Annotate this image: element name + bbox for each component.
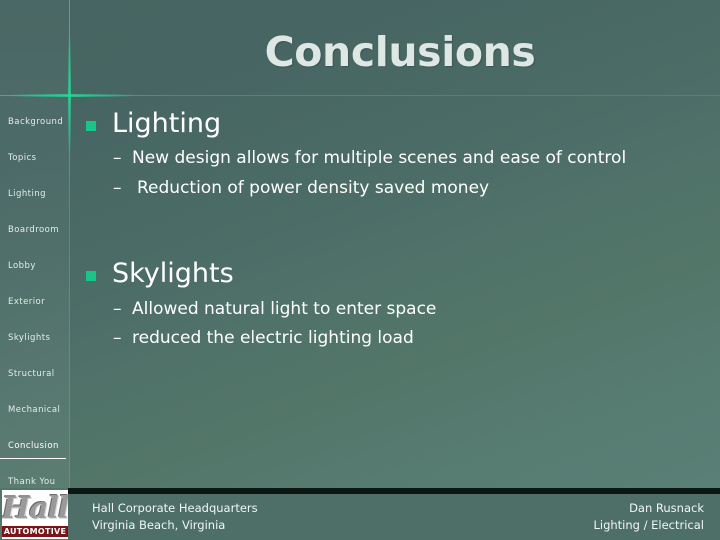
dash-bullet-icon: – (113, 328, 122, 349)
sidebar-item-structural[interactable]: Structural (0, 356, 70, 392)
bullet-group-skylights: Skylights – Allowed natural light to ent… (86, 258, 694, 352)
sub-bullet-text: Allowed natural light to enter space (132, 298, 437, 319)
sidebar-item-boardroom[interactable]: Boardroom (0, 212, 70, 248)
logo-banner-text: AUTOMOTIVE (3, 527, 67, 536)
sub-bullet-row: – Reduction of power density saved money (86, 175, 694, 203)
logo-banner: AUTOMOTIVE (2, 526, 68, 537)
sidebar-item-label: Skylights (8, 333, 51, 343)
sidebar-item-label: Boardroom (8, 225, 60, 235)
sidebar-item-label: Lighting (8, 189, 46, 199)
footer-left-text: Hall Corporate Headquarters Virginia Bea… (92, 500, 258, 533)
slide-title: Conclusions (264, 28, 536, 76)
sidebar-item-lighting[interactable]: Lighting (0, 176, 70, 212)
sidebar-item-label: Topics (8, 153, 37, 163)
presentation-slide: Conclusions Background Topics Lighting B… (0, 0, 720, 540)
bullet-heading-text: Lighting (112, 108, 222, 139)
footer-right-line1: Dan Rusnack (629, 501, 704, 516)
sidebar-item-label: Exterior (8, 297, 46, 307)
dash-bullet-icon: – (113, 298, 122, 319)
bullet-heading-text: Skylights (112, 258, 234, 290)
sub-bullet-row: – reduced the electric lighting load (86, 325, 694, 353)
sidebar-item-label: Conclusion (8, 441, 59, 451)
dash-bullet-icon: – (113, 148, 122, 169)
footer-left-line1: Hall Corporate Headquarters (92, 501, 258, 516)
sidebar-item-lobby[interactable]: Lobby (0, 248, 70, 284)
sidebar-item-label: Thank You (8, 477, 56, 487)
footer-right-line2: Lighting / Electrical (593, 518, 704, 532)
sub-bullet-text: New design allows for multiple scenes an… (132, 148, 627, 169)
dash-bullet-icon: – (113, 177, 122, 198)
sidebar-item-label: Lobby (8, 261, 36, 271)
square-bullet-icon (86, 121, 96, 131)
bullet-group-lighting: Lighting – New design allows for multipl… (86, 108, 694, 202)
footer-left-line2: Virginia Beach, Virginia (92, 518, 226, 532)
footer-right-text: Dan Rusnack Lighting / Electrical (593, 500, 704, 533)
horizontal-divider-rule (0, 95, 720, 96)
crosshair-glow-horizontal-icon (8, 94, 134, 97)
slide-footer: Hall Corporate Headquarters Virginia Bea… (68, 494, 720, 540)
sidebar-item-background[interactable]: Background (0, 104, 70, 140)
sub-bullet-row: – New design allows for multiple scenes … (86, 145, 694, 173)
sidebar-item-label: Mechanical (8, 405, 61, 415)
sidebar-item-skylights[interactable]: Skylights (0, 320, 70, 356)
sidebar-item-mechanical[interactable]: Mechanical (0, 392, 70, 428)
sidebar-item-topics[interactable]: Topics (0, 140, 70, 176)
hall-automotive-logo: Hall AUTOMOTIVE (2, 490, 68, 539)
sidebar-item-exterior[interactable]: Exterior (0, 284, 70, 320)
sub-bullet-row: – Allowed natural light to enter space (86, 296, 694, 324)
bullet-heading-row: Lighting (86, 108, 694, 139)
sidebar-item-conclusion[interactable]: Conclusion (0, 428, 70, 464)
sub-bullet-text: reduced the electric lighting load (132, 328, 414, 349)
sidebar-item-label: Background (8, 117, 64, 127)
slide-body: Lighting – New design allows for multipl… (86, 108, 694, 353)
sidebar-nav: Background Topics Lighting Boardroom Lob… (0, 104, 70, 500)
sub-bullet-text: Reduction of power density saved money (137, 177, 490, 198)
sidebar-item-label: Structural (8, 369, 55, 379)
logo-wordmark: Hall (2, 491, 68, 526)
square-bullet-icon (86, 271, 96, 282)
bullet-heading-row: Skylights (86, 258, 694, 289)
